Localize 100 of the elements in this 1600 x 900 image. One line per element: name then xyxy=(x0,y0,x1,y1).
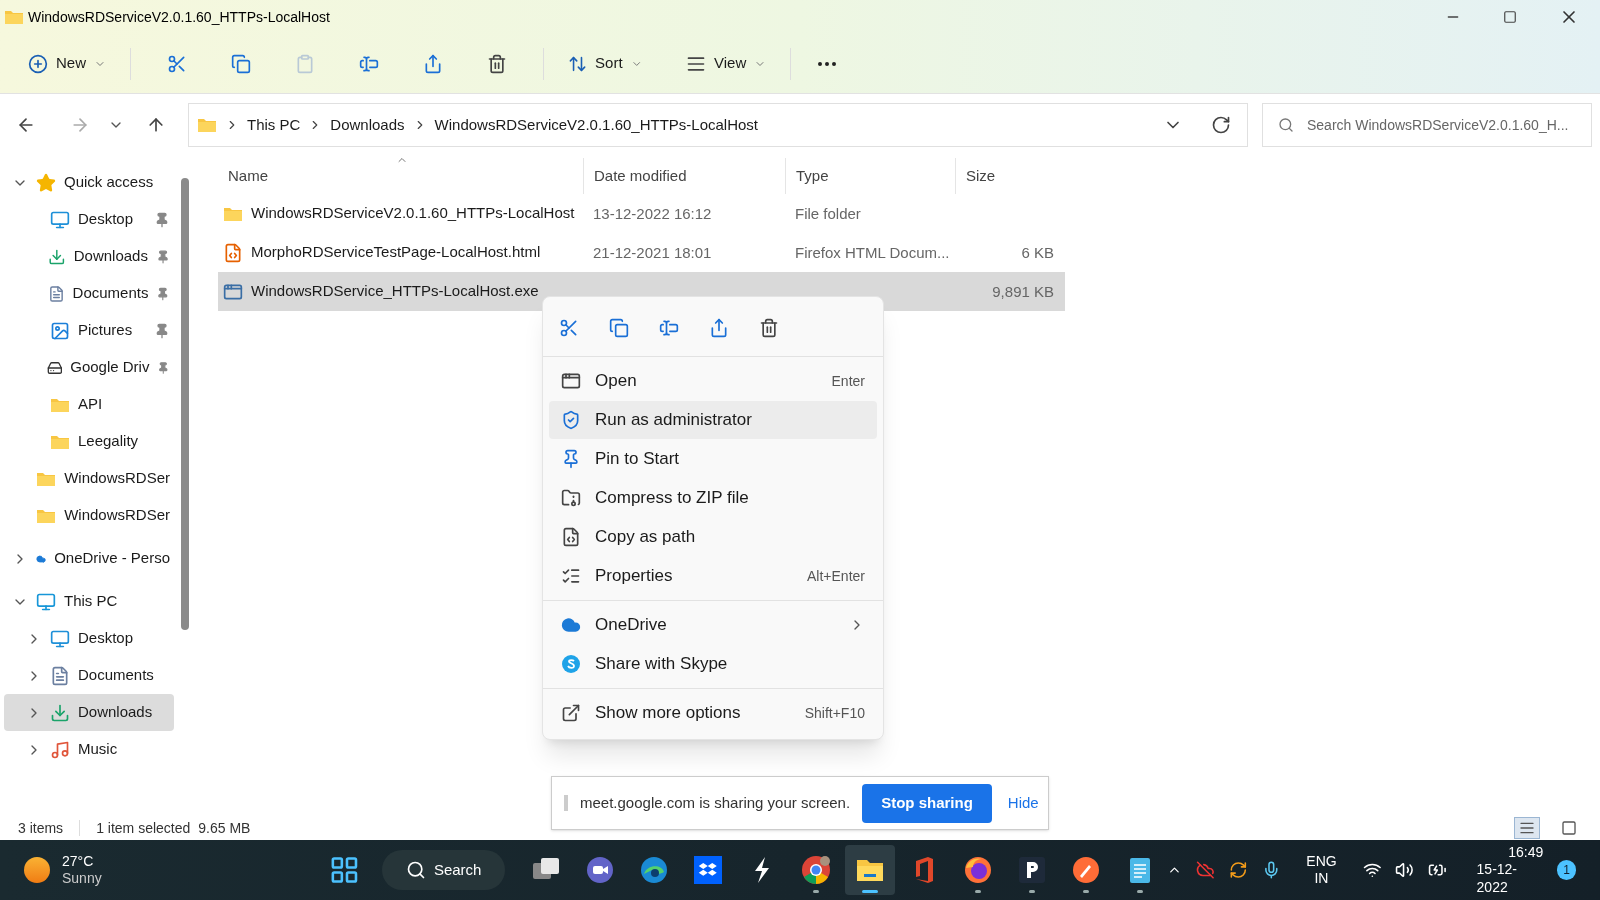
sidebar-item[interactable]: API xyxy=(4,386,174,423)
language-code[interactable]: IN xyxy=(1314,870,1329,888)
file-row[interactable]: WindowsRDServiceV2.0.1.60_HTTPs-LocalHost 13-12-2022 16:12 File folder xyxy=(218,194,1065,233)
properties-icon xyxy=(561,566,581,586)
menu-item[interactable]: Properties Alt+Enter xyxy=(549,557,877,595)
documents-icon xyxy=(47,283,65,304)
sort-button[interactable]: Sort xyxy=(560,43,650,84)
menu-item[interactable]: Run as administrator xyxy=(549,401,877,439)
path-icon xyxy=(561,527,581,547)
details-view-button[interactable] xyxy=(1514,817,1540,839)
shortcut-text: Enter xyxy=(831,371,865,391)
menu-label: Show more options xyxy=(595,702,742,725)
start-icon[interactable] xyxy=(329,854,360,886)
tile-icon xyxy=(1561,820,1577,836)
menu-item[interactable]: Copy as path xyxy=(549,518,877,556)
column-header[interactable]: Type xyxy=(796,164,829,188)
sidebar-item[interactable]: Pictures xyxy=(4,312,174,349)
list-icon xyxy=(1519,820,1535,836)
running-indicator xyxy=(1029,890,1036,893)
menu-item[interactable]: Share with Skype xyxy=(549,645,877,683)
desktop-icon xyxy=(50,209,70,230)
column-header[interactable]: Name xyxy=(228,164,268,188)
temperature[interactable]: 27°C xyxy=(62,852,102,870)
menu-label: Run as administrator xyxy=(595,409,753,432)
sidebar-item[interactable]: Quick access xyxy=(4,164,174,201)
share-icon xyxy=(709,317,729,338)
view-button[interactable]: View xyxy=(678,43,775,84)
breadcrumb[interactable]: Downloads xyxy=(330,113,405,137)
hide-link[interactable]: Hide xyxy=(1003,791,1043,815)
clock-time[interactable]: 16:49 xyxy=(1508,843,1544,862)
download-icon xyxy=(50,702,70,723)
stop-sharing-button[interactable]: Stop sharing xyxy=(862,783,992,823)
item-count: 3 items xyxy=(18,818,64,838)
sidebar-item[interactable]: Documents xyxy=(4,657,174,694)
scissors-icon xyxy=(167,53,187,74)
pin-icon xyxy=(154,211,170,228)
search-field[interactable]: Search WindowsRDServiceV2.0.1.60_H... xyxy=(1262,103,1592,147)
sidebar-item[interactable]: WindowsRDSer xyxy=(4,497,174,534)
breadcrumb[interactable]: WindowsRDServiceV2.0.1.60_HTTPs-LocalHost xyxy=(434,113,758,137)
item-label: OneDrive - Perso xyxy=(54,548,170,569)
folder-icon xyxy=(4,9,24,25)
sidebar-item[interactable]: Downloads xyxy=(4,694,174,731)
file-name: WindowsRDService_HTTPs-LocalHost.exe xyxy=(251,281,539,302)
notification-badge[interactable]: 1 xyxy=(1557,860,1576,880)
item-label: Desktop xyxy=(78,209,135,230)
taskbar-search[interactable]: Search xyxy=(381,850,506,890)
maximize-icon[interactable] xyxy=(1503,10,1517,24)
chrome-icon[interactable] xyxy=(800,854,833,886)
weather-condition[interactable]: Sunny xyxy=(62,870,102,888)
pin-icon xyxy=(155,248,170,265)
menu-label: Compress to ZIP file xyxy=(595,487,750,510)
delete-icon xyxy=(487,53,507,74)
sidebar-item[interactable]: Downloads xyxy=(4,238,174,275)
drag-handle-icon[interactable] xyxy=(564,795,568,811)
new-button[interactable]: New xyxy=(20,43,114,84)
menu-item[interactable]: Compress to ZIP file xyxy=(549,479,877,517)
dropbox-icon[interactable] xyxy=(692,854,725,886)
date-cell: 21-12-2021 18:01 xyxy=(593,243,712,261)
menu-item[interactable]: Open Enter xyxy=(549,362,877,400)
desktop-icon xyxy=(50,628,70,649)
pin-icon xyxy=(157,359,170,376)
sidebar-item[interactable]: Google Driv xyxy=(4,349,174,386)
sync-icon[interactable] xyxy=(1229,860,1248,880)
file-row[interactable]: MorphoRDServiceTestPage-LocalHost.html 21-12-2021 18:01 Firefox HTML Docum... 6 KB xyxy=(218,233,1065,272)
scissors-icon xyxy=(559,317,579,338)
language-code[interactable]: ENG xyxy=(1306,852,1337,870)
menu-item[interactable]: Pin to Start xyxy=(549,440,877,478)
running-indicator xyxy=(862,890,879,893)
column-header[interactable]: Size xyxy=(966,164,996,188)
column-header[interactable]: Date modified xyxy=(594,164,687,188)
clock-date[interactable]: 15-12-2022 xyxy=(1476,861,1544,897)
item-label: WindowsRDSer xyxy=(64,468,170,489)
sidebar-item[interactable]: WindowsRDSer xyxy=(4,460,174,497)
search-icon xyxy=(1278,117,1294,133)
sidebar-item[interactable]: OneDrive - Perso xyxy=(4,540,174,577)
selection-info: 1 item selected xyxy=(96,818,191,838)
volume-icon[interactable] xyxy=(1395,860,1414,880)
more-options-icon xyxy=(561,703,581,723)
cloud-error-icon[interactable] xyxy=(1196,860,1215,880)
item-label: Google Driv xyxy=(70,357,150,378)
selection-size: 9.65 MB xyxy=(198,818,251,838)
type-cell: File folder xyxy=(795,204,861,222)
size-cell: 9,891 KB xyxy=(992,282,1054,300)
taskbar-app[interactable] xyxy=(845,845,896,895)
paste-icon xyxy=(295,53,315,74)
address-bar[interactable]: This PC Downloads WindowsRDServiceV2.0.1.60_HTTPs-LocalHost xyxy=(188,103,1248,147)
menu-label: OneDrive xyxy=(595,614,668,637)
sidebar-item[interactable]: Music xyxy=(4,731,174,768)
sidebar-item[interactable]: Desktop xyxy=(4,201,174,238)
menu-item[interactable]: OneDrive xyxy=(549,606,877,644)
pin-icon xyxy=(154,322,170,339)
menu-item[interactable]: Show more options Shift+F10 xyxy=(549,694,877,732)
item-label: This PC xyxy=(64,591,119,612)
sidebar-item[interactable]: Desktop xyxy=(4,620,174,657)
sidebar-item[interactable]: Leegality xyxy=(4,423,174,460)
sidebar-item[interactable]: This PC xyxy=(4,583,174,620)
breadcrumb[interactable]: This PC xyxy=(247,113,301,137)
scrollbar[interactable] xyxy=(181,178,189,630)
sidebar-item[interactable]: Documents xyxy=(4,275,174,312)
refresh-icon[interactable] xyxy=(1211,115,1231,135)
